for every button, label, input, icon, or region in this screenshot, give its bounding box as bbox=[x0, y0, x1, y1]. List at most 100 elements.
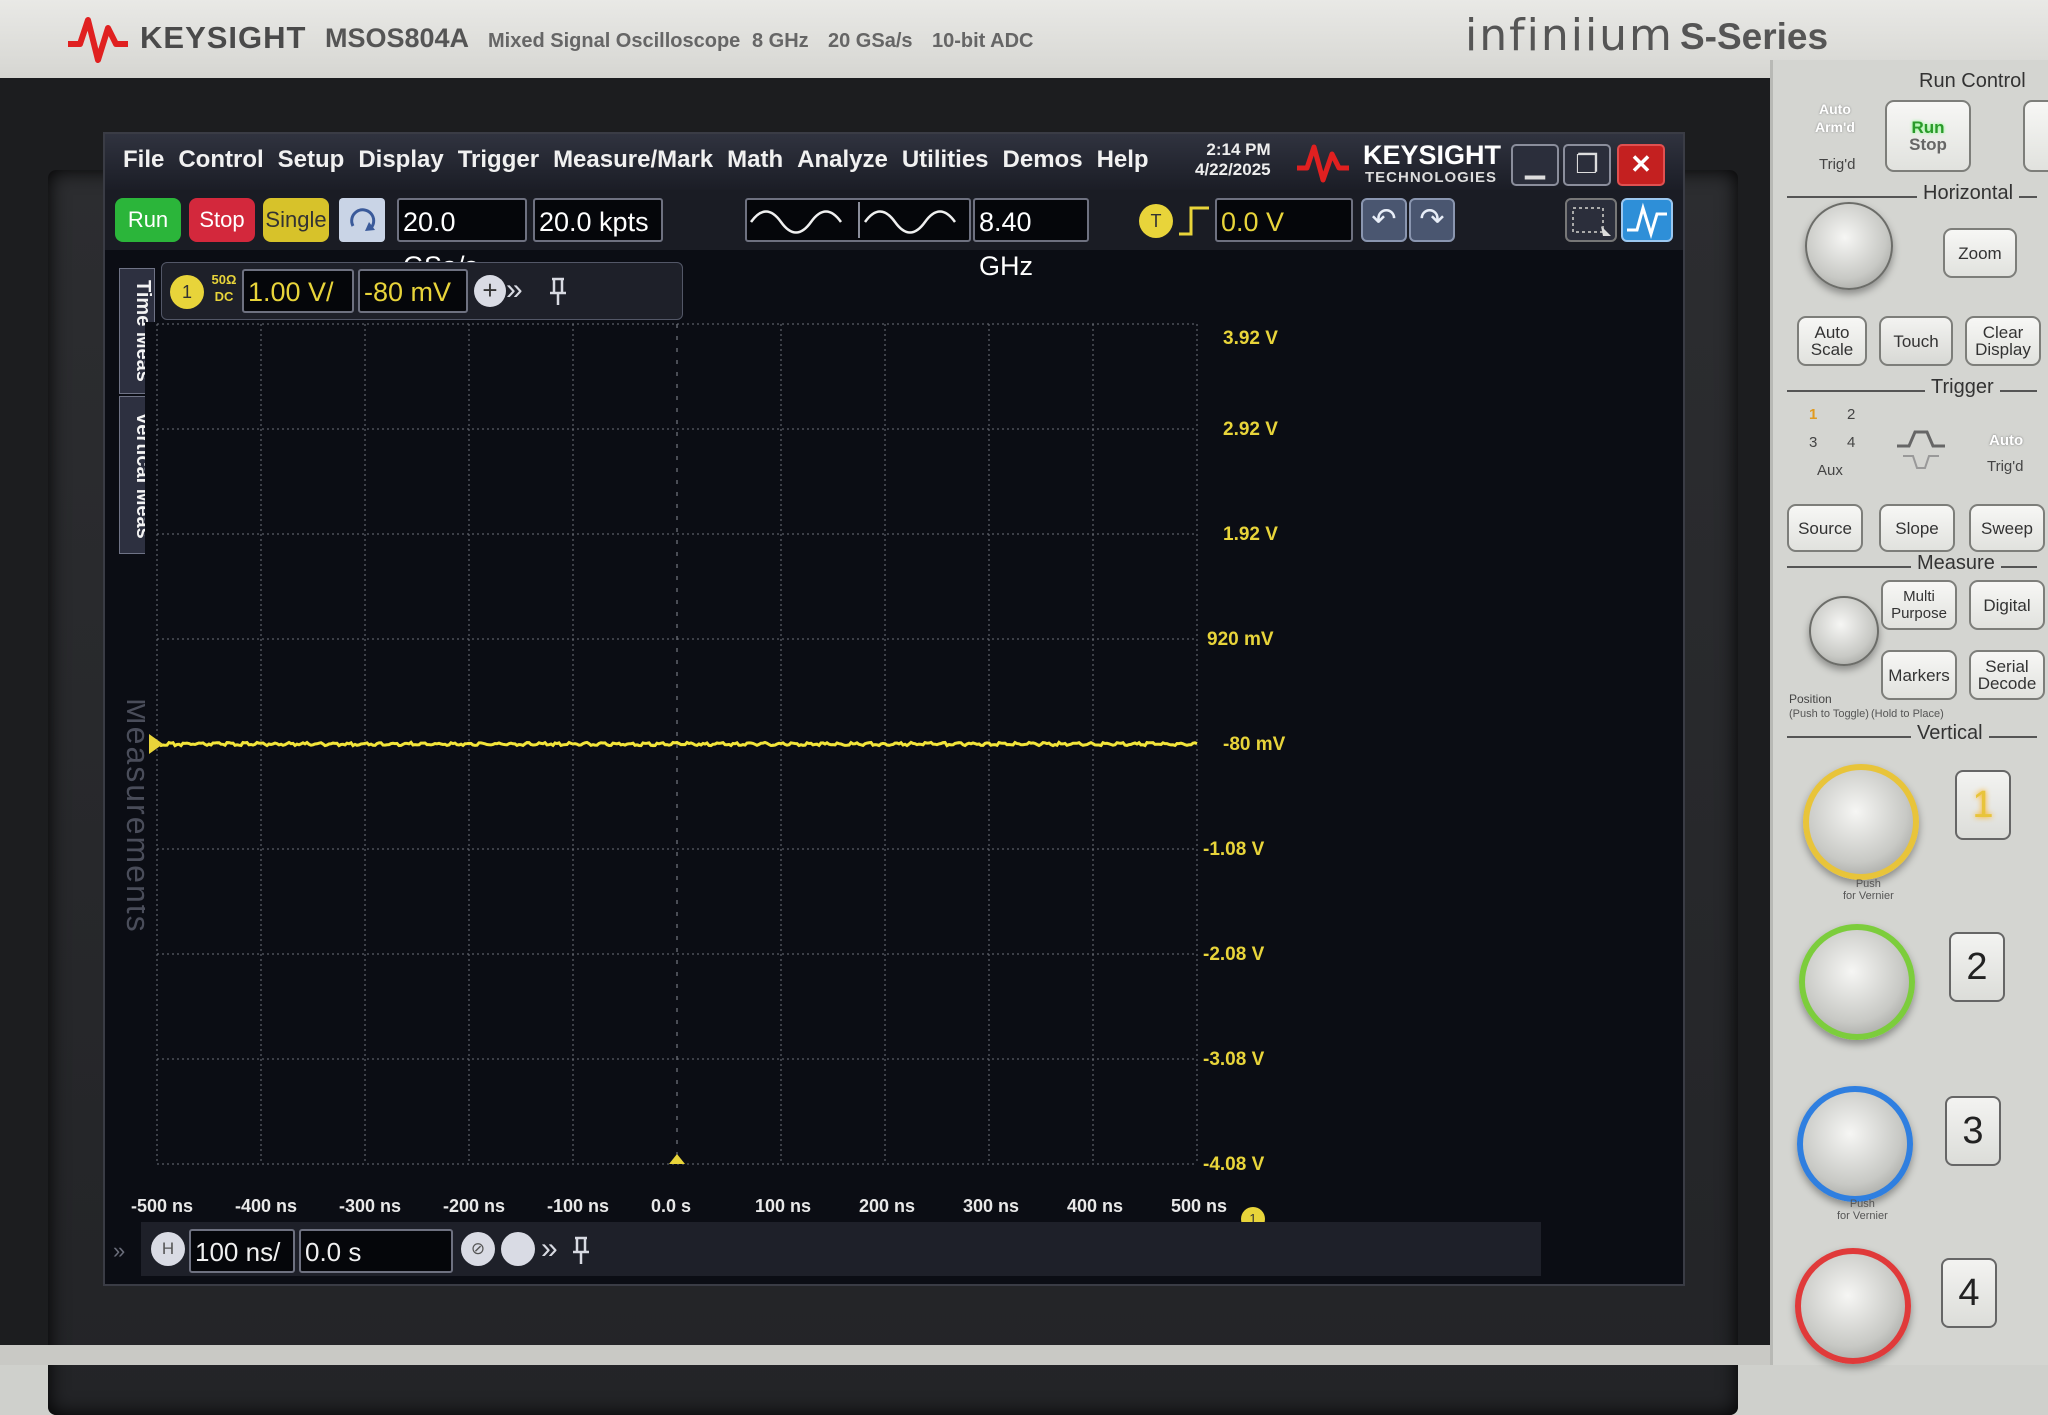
horizontal-reference-button[interactable]: ⊘ bbox=[461, 1232, 495, 1266]
zoom-select-button[interactable] bbox=[1565, 198, 1617, 242]
sample-rate-field[interactable]: 20.0 GSa/s bbox=[397, 198, 527, 281]
waveform-graticule[interactable] bbox=[145, 322, 1585, 1202]
bandwidth-field[interactable]: 8.40 GHz bbox=[973, 198, 1089, 281]
reference-icon: ⊘ bbox=[470, 1239, 486, 1258]
touch-button[interactable]: Touch bbox=[1879, 316, 1953, 366]
close-button[interactable]: ✕ bbox=[1617, 144, 1665, 186]
horizontal-option-button[interactable] bbox=[501, 1232, 535, 1266]
volt-label: -2.08 V bbox=[1203, 944, 1265, 965]
brand-name: KEYSIGHT bbox=[140, 20, 307, 55]
trigger-source-button[interactable]: Source bbox=[1787, 504, 1863, 552]
channel-3-scale-knob[interactable] bbox=[1797, 1086, 1913, 1202]
acquisition-mode-field[interactable] bbox=[745, 198, 971, 242]
time-label: 0.0 s bbox=[651, 1196, 692, 1216]
single-panel-button[interactable] bbox=[2023, 100, 2048, 172]
trigger-sweep-button[interactable]: Sweep bbox=[1969, 504, 2045, 552]
channel-2-button[interactable]: 2 bbox=[1949, 932, 2005, 1002]
channel-offset-field[interactable]: -80 mV bbox=[358, 269, 468, 313]
channel-2-scale-knob[interactable] bbox=[1799, 924, 1915, 1040]
digital-button[interactable]: Digital bbox=[1969, 580, 2045, 630]
volt-label: 3.92 V bbox=[1223, 328, 1278, 349]
menu-trigger[interactable]: Trigger bbox=[458, 146, 539, 174]
channel-1-bar: 1 50Ω DC 1.00 V/ -80 mV + » bbox=[161, 262, 683, 320]
collapse-panel-icon[interactable]: » bbox=[113, 1236, 125, 1266]
single-button[interactable]: Single bbox=[263, 198, 329, 242]
model-number: MSOS804A bbox=[325, 23, 470, 53]
trigger-level-field[interactable]: 0.0 V bbox=[1215, 198, 1353, 242]
menu-setup[interactable]: Setup bbox=[278, 146, 345, 174]
timebase-pin-icon[interactable] bbox=[569, 1234, 593, 1266]
time-label: -500 ns bbox=[131, 1196, 194, 1216]
timebase-position-field[interactable]: 0.0 s bbox=[299, 1229, 453, 1273]
channel-1-button[interactable]: 1 bbox=[1955, 770, 2011, 840]
pin-icon[interactable] bbox=[546, 275, 570, 307]
horizontal-badge[interactable]: H bbox=[151, 1232, 185, 1266]
channel-scale-field[interactable]: 1.00 V/ bbox=[242, 269, 354, 313]
menu-demos[interactable]: Demos bbox=[1003, 146, 1083, 174]
trigger-source-4-led: 4 bbox=[1847, 434, 1856, 451]
expand-timebase-icon[interactable]: » bbox=[541, 1234, 558, 1264]
channel-1-badge[interactable]: 1 bbox=[170, 275, 204, 309]
time-label: 200 ns bbox=[859, 1196, 916, 1216]
run-button[interactable]: Run bbox=[115, 198, 181, 242]
clock-time: 2:14 PM bbox=[1206, 140, 1271, 159]
menu-display[interactable]: Display bbox=[358, 146, 443, 174]
minimize-button[interactable]: ▁ bbox=[1511, 144, 1559, 186]
auto-armd-indicator: Auto Arm'd bbox=[1815, 101, 1855, 135]
menu-bar: File Control Setup Display Trigger Measu… bbox=[105, 134, 1683, 190]
redo-button[interactable]: ↷ bbox=[1409, 198, 1455, 242]
spec-bandwidth: 8 GHz bbox=[752, 30, 809, 52]
measure-title: Measure bbox=[1911, 552, 2001, 575]
close-icon: ✕ bbox=[1630, 149, 1652, 179]
add-channel-button[interactable]: + bbox=[474, 275, 506, 307]
horizontal-title: Horizontal bbox=[1917, 182, 2020, 205]
measure-position-knob[interactable] bbox=[1809, 596, 1879, 666]
touch-mode-button[interactable] bbox=[1621, 198, 1673, 242]
zoom-button[interactable]: Zoom bbox=[1943, 228, 2017, 278]
menu-help[interactable]: Help bbox=[1097, 146, 1149, 174]
clear-display-button[interactable]: Clear Display bbox=[1965, 316, 2041, 366]
run-stop-button[interactable]: Run Stop bbox=[1885, 100, 1971, 172]
undo-button[interactable]: ↶ bbox=[1361, 198, 1407, 242]
stop-button[interactable]: Stop bbox=[189, 198, 255, 242]
time-label: -300 ns bbox=[339, 1196, 402, 1216]
channel-3-button[interactable]: 3 bbox=[1945, 1096, 2001, 1166]
menu-file[interactable]: File bbox=[123, 146, 164, 174]
trigger-aux-led: Aux bbox=[1817, 462, 1843, 479]
menu-utilities[interactable]: Utilities bbox=[902, 146, 989, 174]
maximize-button[interactable]: ❐ bbox=[1563, 144, 1611, 186]
front-panel: Run Control Auto Arm'd Trig'd Run Stop H… bbox=[1770, 60, 2048, 1365]
rising-edge-icon[interactable] bbox=[1177, 204, 1211, 238]
trigger-slope-button[interactable]: Slope bbox=[1879, 504, 1955, 552]
memory-depth-field[interactable]: 20.0 kpts bbox=[533, 198, 663, 242]
channel-4-scale-knob[interactable] bbox=[1795, 1248, 1911, 1364]
multi-purpose-button[interactable]: Multi Purpose bbox=[1881, 580, 1957, 630]
trigger-badge[interactable]: T bbox=[1139, 204, 1173, 238]
channel-1-scale-knob[interactable] bbox=[1803, 764, 1919, 880]
menu-control[interactable]: Control bbox=[178, 146, 263, 174]
menu-math[interactable]: Math bbox=[727, 146, 783, 174]
screen-brand-sub: TECHNOLOGIES bbox=[1365, 169, 1498, 186]
waveform-touch-icon bbox=[1627, 202, 1667, 240]
menu-measure-mark[interactable]: Measure/Mark bbox=[553, 146, 713, 174]
model-description: Mixed Signal Oscilloscope bbox=[488, 30, 741, 52]
trigger-title: Trigger bbox=[1925, 376, 2000, 399]
channel-4-button[interactable]: 4 bbox=[1941, 1258, 1997, 1328]
auto-scale-button[interactable]: Auto Scale bbox=[1797, 316, 1867, 366]
markers-button[interactable]: Markers bbox=[1881, 650, 1957, 700]
hold-to-place-label: (Hold to Place) bbox=[1871, 708, 1944, 720]
time-label: -400 ns bbox=[235, 1196, 298, 1216]
expand-channel-icon[interactable]: » bbox=[506, 275, 523, 305]
keysight-logo-icon bbox=[68, 17, 128, 63]
default-setup-button[interactable] bbox=[339, 198, 385, 242]
time-label: 400 ns bbox=[1067, 1196, 1124, 1216]
channel-coupling[interactable]: 50Ω DC bbox=[210, 271, 238, 305]
horizontal-scale-knob[interactable] bbox=[1805, 202, 1893, 290]
trigger-trigd-led: Trig'd bbox=[1987, 458, 2024, 475]
time-label: -100 ns bbox=[547, 1196, 610, 1216]
oscilloscope-screen: File Control Setup Display Trigger Measu… bbox=[103, 132, 1685, 1286]
channel-impedance: 50Ω bbox=[211, 272, 237, 287]
serial-decode-button[interactable]: Serial Decode bbox=[1969, 650, 2045, 700]
menu-analyze[interactable]: Analyze bbox=[797, 146, 888, 174]
timebase-scale-field[interactable]: 100 ns/ bbox=[189, 1229, 295, 1273]
